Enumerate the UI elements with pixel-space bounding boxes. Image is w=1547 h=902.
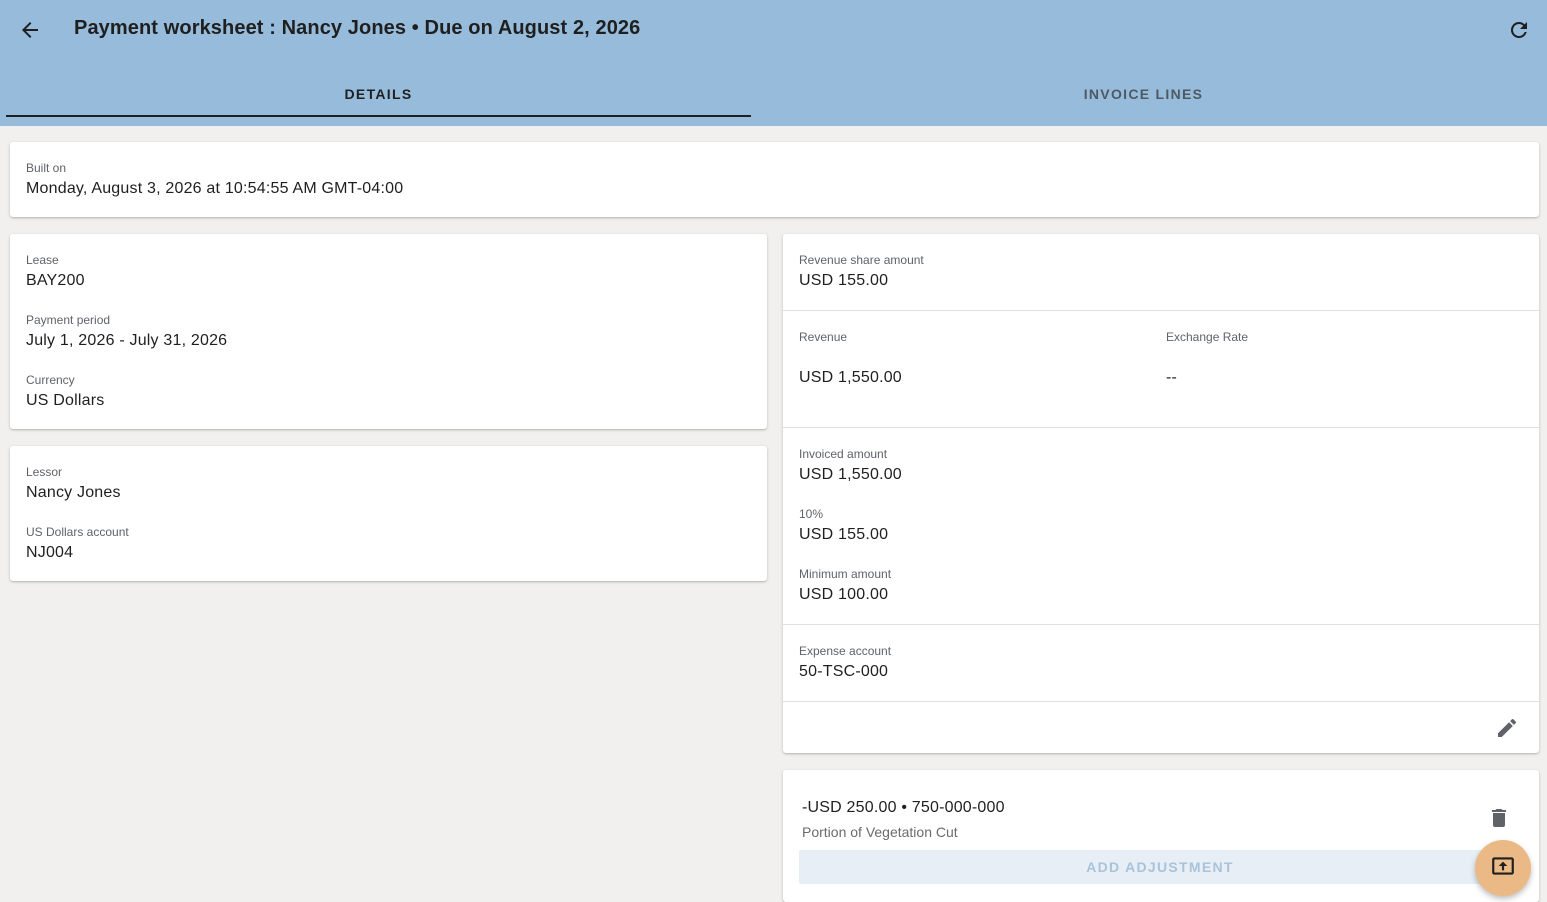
expense-account-value: 50-TSC-000: [799, 663, 889, 680]
divider: [783, 310, 1539, 311]
invoiced-amount-value: USD 1,550.00: [799, 466, 902, 483]
divider: [783, 427, 1539, 428]
page-title: Payment worksheet : Nancy Jones • Due on…: [74, 17, 641, 39]
adjustment-line: -USD 250.00 • 750-000-000: [802, 799, 1005, 816]
exchange-rate-label: Exchange Rate: [1166, 330, 1249, 344]
trash-delete-icon[interactable]: [1487, 806, 1511, 830]
tab-invoice-lines[interactable]: INVOICE LINES: [771, 70, 1516, 118]
tab-bar: DETAILS INVOICE LINES: [0, 70, 1547, 120]
revenue-value: USD 1,550.00: [799, 369, 902, 386]
minimum-amount-label: Minimum amount: [799, 567, 892, 581]
active-tab-indicator: [6, 115, 751, 117]
built-on-label: Built on: [26, 161, 67, 175]
upload-box-icon: [1490, 853, 1516, 884]
built-on-value: Monday, August 3, 2026 at 10:54:55 AM GM…: [26, 180, 404, 197]
upload-fab-button[interactable]: [1475, 840, 1531, 896]
revenue-label: Revenue: [799, 330, 848, 344]
minimum-amount-value: USD 100.00: [799, 586, 889, 603]
payment-period-value: July 1, 2026 - July 31, 2026: [26, 332, 228, 349]
revenue-card: Revenue share amount USD 155.00 Revenue …: [783, 234, 1539, 753]
lease-value: BAY200: [26, 272, 85, 289]
divider: [783, 701, 1539, 702]
revenue-share-label: Revenue share amount: [799, 253, 924, 267]
invoiced-amount-label: Invoiced amount: [799, 447, 888, 461]
currency-value: US Dollars: [26, 392, 105, 409]
app-bar: Payment worksheet : Nancy Jones • Due on…: [0, 0, 1547, 126]
lessor-label: Lessor: [26, 465, 63, 479]
add-adjustment-button[interactable]: ADD ADJUSTMENT: [799, 850, 1521, 884]
divider: [783, 624, 1539, 625]
payment-period-label: Payment period: [26, 313, 111, 327]
lease-card: Lease BAY200 Payment period July 1, 2026…: [10, 234, 767, 429]
account-value: NJ004: [26, 544, 74, 561]
adjustment-card: -USD 250.00 • 750-000-000 Portion of Veg…: [783, 770, 1539, 902]
expense-account-label: Expense account: [799, 644, 892, 658]
lessor-card: Lessor Nancy Jones US Dollars account NJ…: [10, 446, 767, 581]
adjustment-description: Portion of Vegetation Cut: [802, 824, 958, 840]
lessor-value: Nancy Jones: [26, 484, 121, 501]
refresh-icon[interactable]: [1507, 18, 1531, 42]
back-arrow-icon[interactable]: [18, 18, 42, 42]
revenue-share-value: USD 155.00: [799, 272, 889, 289]
percent-value: USD 155.00: [799, 526, 889, 543]
exchange-rate-value: --: [1166, 369, 1178, 386]
built-on-card: Built on Monday, August 3, 2026 at 10:54…: [10, 142, 1539, 217]
lease-label: Lease: [26, 253, 59, 267]
tab-details[interactable]: DETAILS: [6, 70, 751, 118]
currency-label: Currency: [26, 373, 75, 387]
account-label: US Dollars account: [26, 525, 129, 539]
pencil-edit-icon[interactable]: [1495, 716, 1519, 740]
percent-label: 10%: [799, 507, 824, 521]
